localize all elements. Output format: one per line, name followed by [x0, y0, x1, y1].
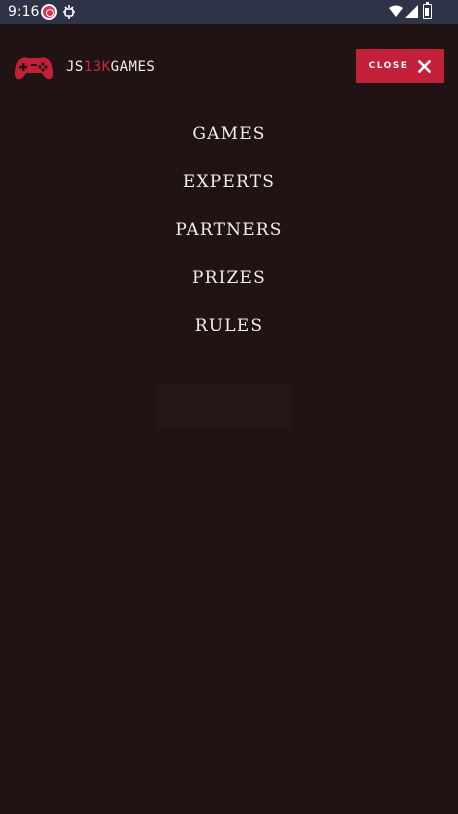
menu-item-partners[interactable]: PARTNERS: [0, 206, 458, 254]
logo-suffix: GAMES: [110, 59, 156, 75]
logo-prefix: JS: [66, 59, 84, 75]
main-menu: GAMES EXPERTS PARTNERS PRIZES RULES: [0, 110, 458, 350]
wifi-icon: [389, 5, 403, 17]
bug-icon: [63, 5, 75, 19]
header: JS13KGAMES CLOSE: [0, 24, 458, 110]
close-label: CLOSE: [368, 61, 409, 71]
menu-item-experts[interactable]: EXPERTS: [0, 158, 458, 206]
signal-icon: [405, 5, 418, 18]
battery-icon: [423, 2, 432, 19]
menu-item-prizes[interactable]: PRIZES: [0, 254, 458, 302]
close-button[interactable]: CLOSE: [356, 49, 444, 83]
status-time: 9:16: [8, 4, 40, 20]
background-panel: [156, 385, 292, 429]
gamepad-icon: [15, 57, 53, 80]
close-icon: [418, 59, 432, 73]
logo[interactable]: JS13KGAMES: [14, 53, 155, 81]
record-icon: [41, 4, 57, 20]
menu-item-rules[interactable]: RULES: [0, 302, 458, 350]
logo-text: JS13KGAMES: [66, 59, 155, 75]
status-bar: 9:16: [0, 0, 458, 24]
menu-item-games[interactable]: GAMES: [0, 110, 458, 158]
logo-accent: 13K: [83, 59, 111, 75]
